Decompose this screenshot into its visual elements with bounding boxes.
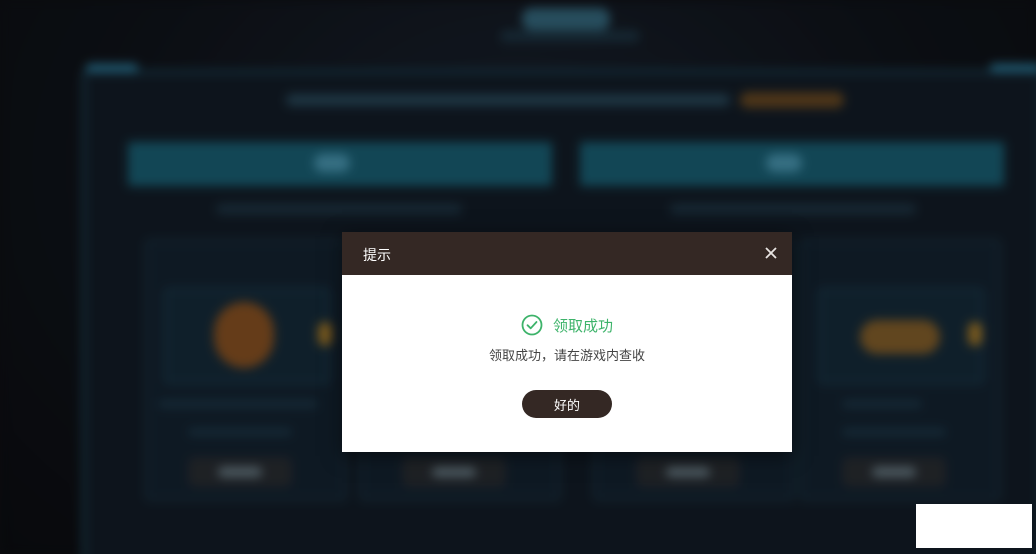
status-text: 领取成功 — [552, 316, 613, 335]
dialog-message: 领取成功，请在游戏内查收 — [488, 349, 645, 364]
status-row: 领取成功 — [342, 314, 792, 336]
dialog-header: 提示 — [342, 232, 792, 275]
check-circle-icon — [521, 314, 543, 336]
white-panel — [916, 504, 1032, 548]
success-dialog: 提示 领取成功 领取成功，请在游戏内查收 好的 — [342, 232, 792, 452]
dialog-title: 提示 — [363, 248, 391, 264]
dialog-body: 领取成功 领取成功，请在游戏内查收 — [342, 275, 792, 452]
ok-button[interactable]: 好的 — [522, 390, 612, 418]
close-icon[interactable] — [762, 244, 780, 262]
